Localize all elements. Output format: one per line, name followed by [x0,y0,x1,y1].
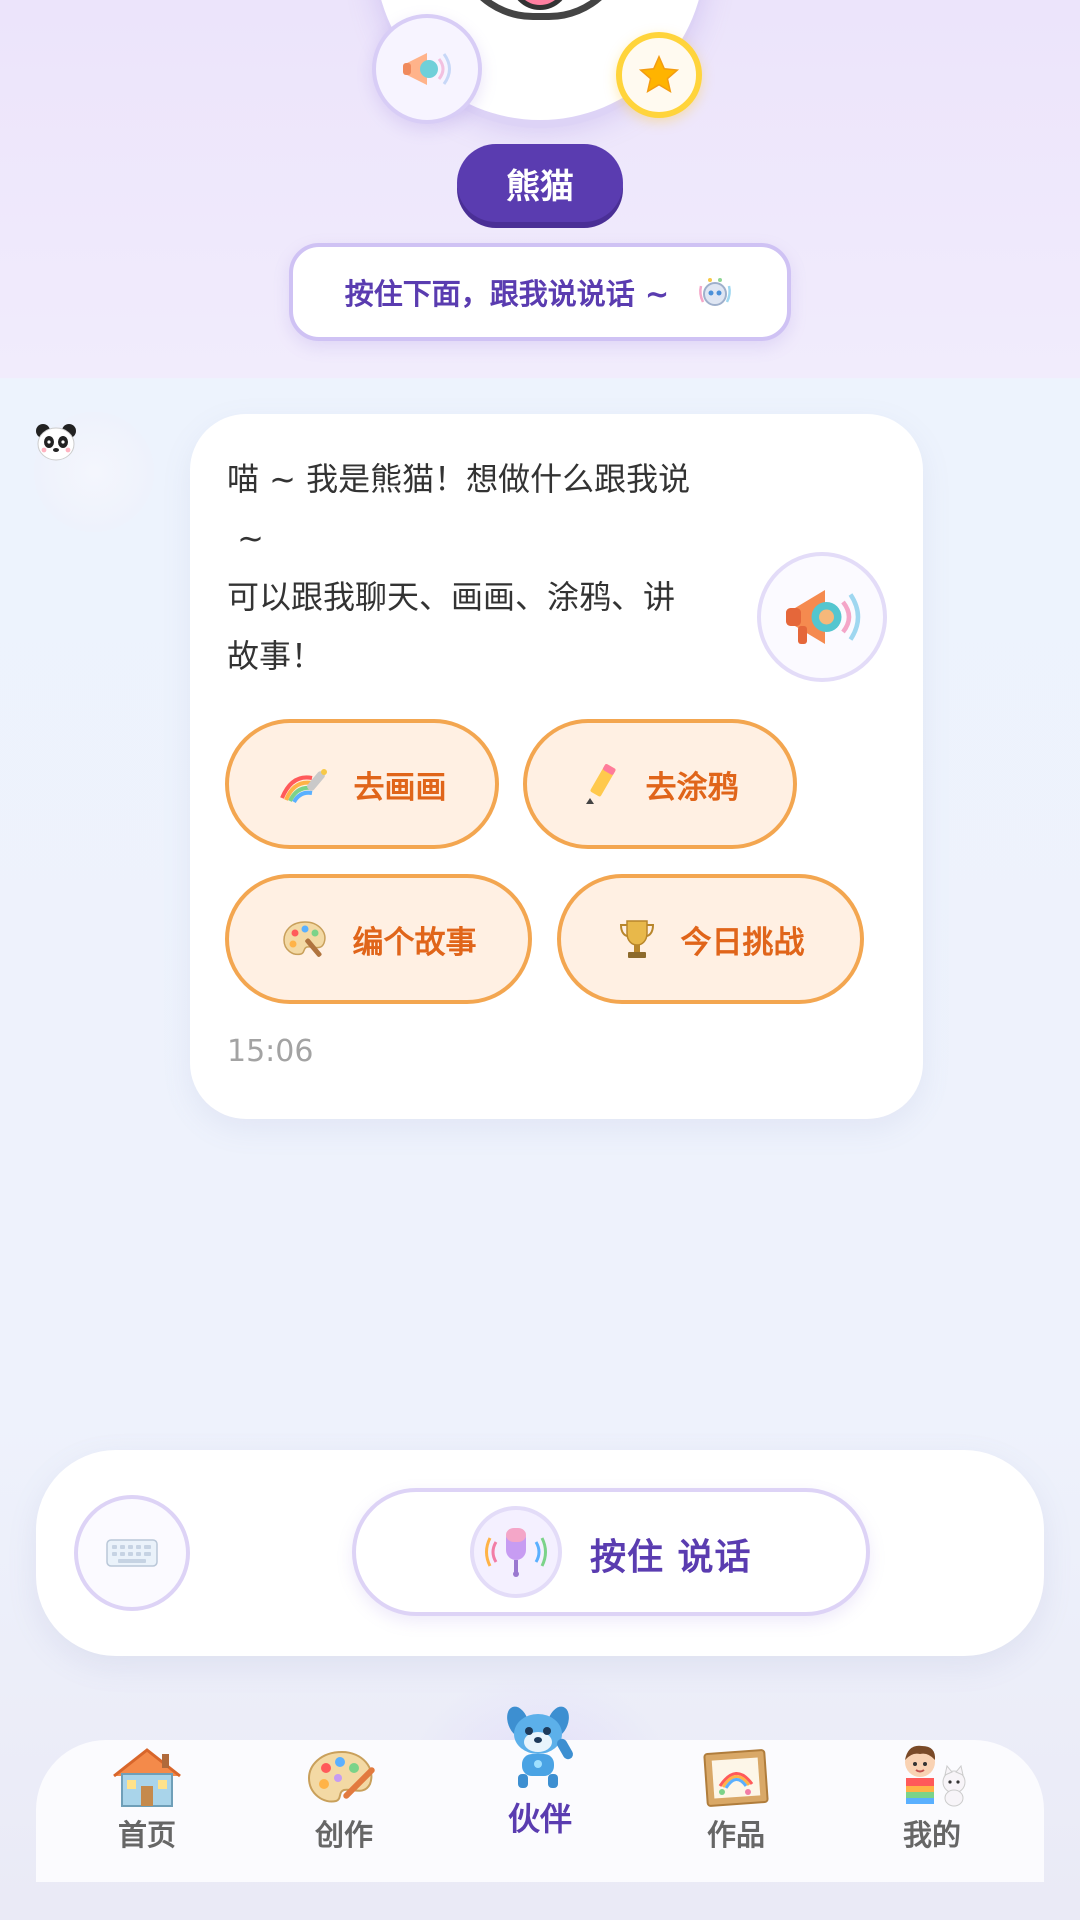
rainbow-brush-icon [279,769,327,804]
tab-home[interactable]: 首页 [72,1738,222,1852]
make-story-button[interactable]: 编个故事 [225,874,532,1004]
robot-dog-icon [507,1706,573,1788]
go-doodle-label: 去涂鸦 [645,769,739,806]
go-draw-button[interactable]: 去画画 [225,719,499,849]
robot-wave-icon [699,278,732,306]
panda-icon [36,424,76,461]
star-icon [638,54,680,94]
voice-input-bar: 按住 说话 [36,1450,1044,1656]
tab-partner-label: 伙伴 [507,1800,572,1838]
palette-icon [282,921,326,957]
tab-works-label: 作品 [706,1818,765,1852]
tab-me-label: 我的 [902,1818,961,1852]
voice-hint-text: 按住下面，跟我说说话 ~ [344,277,670,311]
tab-create-label: 创作 [314,1818,373,1852]
message-timestamp: 15:06 [227,1034,314,1069]
character-name-badge: 熊猫 [457,144,623,222]
hold-to-talk-label: 按住 说话 [590,1537,752,1578]
bot-avatar [34,412,154,532]
hold-to-talk-button[interactable]: 按住 说话 [352,1488,870,1616]
daily-challenge-label: 今日挑战 [680,924,805,961]
microphone-badge [470,1506,562,1598]
keyboard-icon [106,1539,158,1567]
trophy-icon [619,920,654,958]
daily-challenge-button[interactable]: 今日挑战 [557,874,864,1004]
keyboard-toggle-button[interactable] [74,1495,190,1611]
go-draw-label: 去画画 [353,769,447,806]
voice-hint-banner: 按住下面，跟我说说话 ~ [289,243,791,341]
megaphone-icon [786,590,861,644]
house-icon [113,1748,181,1807]
bot-message-text: 喵 ~ 我是熊猫！想做什么跟我说 ~ 可以跟我聊天、画画、涂鸦、讲 故事！ [227,460,691,675]
tab-home-label: 首页 [117,1818,176,1852]
tab-partner[interactable]: 伙伴 [465,1700,615,1850]
palette-icon [307,1750,375,1803]
microphone-icon [485,1528,547,1577]
kid-and-cat-icon [905,1745,966,1807]
pencil-icon [585,764,615,804]
go-doodle-button[interactable]: 去涂鸦 [523,719,797,849]
play-audio-button[interactable] [757,552,887,682]
favorite-button[interactable] [616,32,702,118]
tab-me[interactable]: 我的 [857,1738,1007,1852]
make-story-label: 编个故事 [352,924,477,961]
tab-create[interactable]: 创作 [269,1738,419,1852]
voice-toggle-button[interactable] [372,14,482,124]
bot-message-bubble: 喵 ~ 我是熊猫！想做什么跟我说 ~ 可以跟我聊天、画画、涂鸦、讲 故事！ 去画… [190,414,923,1119]
character-name: 熊猫 [506,166,574,207]
tab-works[interactable]: 作品 [661,1738,811,1852]
framed-picture-icon [703,1749,769,1807]
megaphone-icon [403,53,451,85]
